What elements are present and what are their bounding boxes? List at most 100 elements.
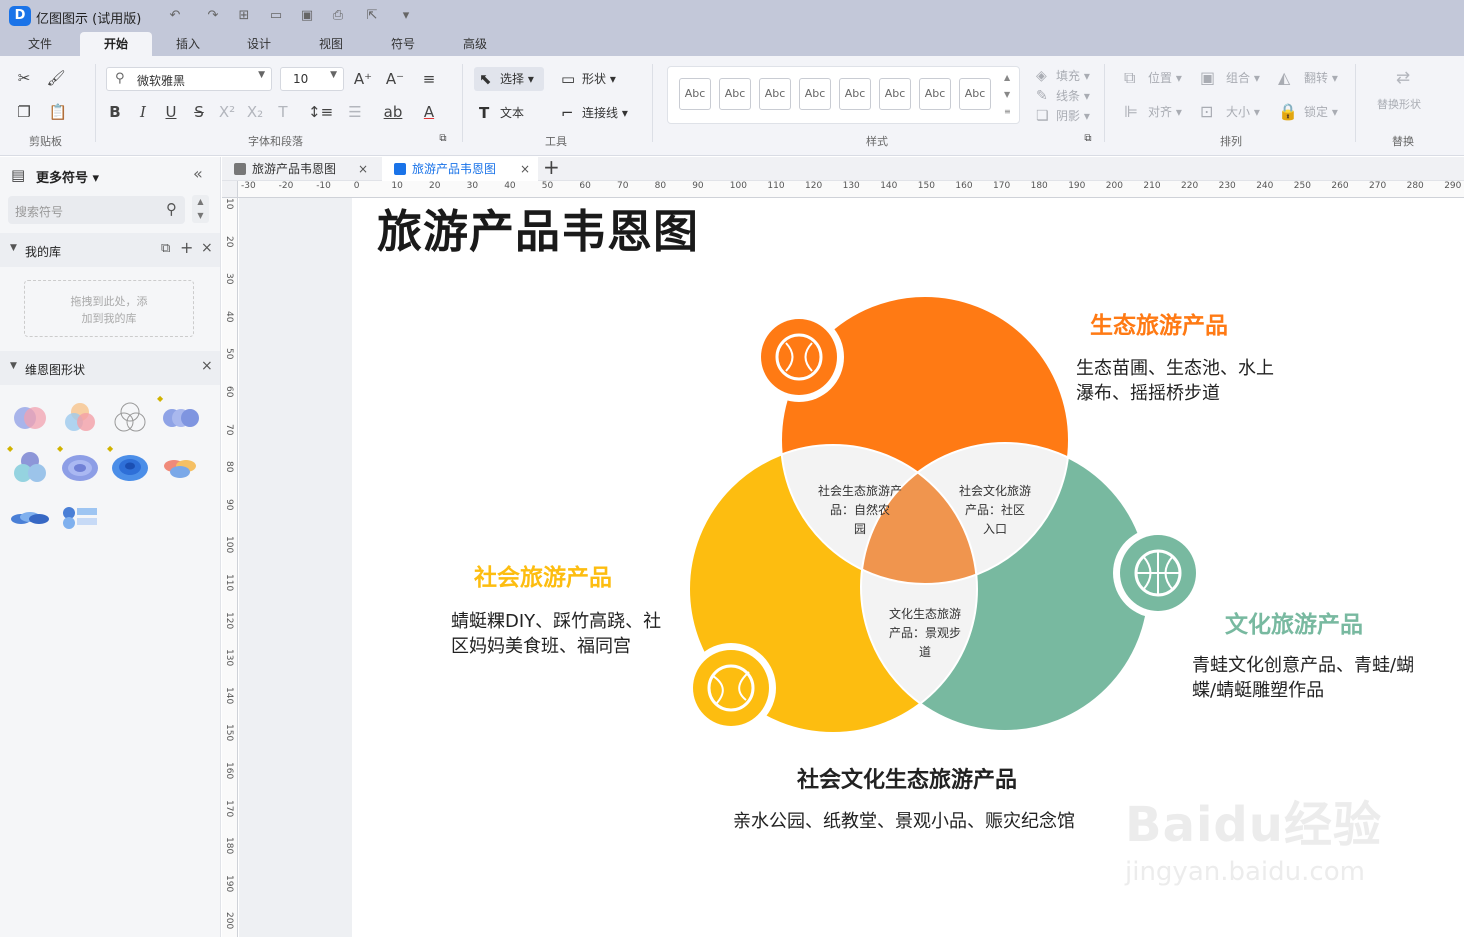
venn-shape-thumb[interactable] [9, 397, 51, 437]
doc-tab[interactable]: 旅游产品韦恩图 × [222, 157, 378, 181]
text-tool-button[interactable]: T 文本 [474, 101, 536, 125]
highlight-icon[interactable]: ab [382, 101, 404, 123]
more-icon[interactable]: ▾ [396, 6, 416, 26]
copy-icon[interactable]: ❐ [13, 101, 35, 123]
overlap-label-social-eco[interactable]: 社会生态旅游产 品：自然农 园 [806, 482, 914, 539]
menu-tab-advanced[interactable]: 高级 [449, 32, 501, 56]
search-icon[interactable]: ⚲ [166, 200, 177, 218]
align-button[interactable]: ⊫ 对齐 ▾ [1124, 102, 1182, 122]
close-icon[interactable]: × [201, 240, 213, 256]
section-venn-shapes[interactable]: ▼ 维恩图形状 × [0, 351, 220, 385]
social-title[interactable]: 社会旅游产品 [474, 558, 612, 592]
center-title[interactable]: 社会文化生态旅游产品 [797, 762, 1017, 794]
italic-icon[interactable]: I [132, 101, 154, 123]
center-description[interactable]: 亲水公园、纸教堂、景观小品、赈灾纪念馆 [733, 809, 1075, 834]
dialog-launcher-icon[interactable]: ⧉ [1081, 132, 1095, 146]
position-button[interactable]: ⧉ 位置 ▾ [1124, 68, 1182, 88]
menu-tab-view[interactable]: 视图 [305, 32, 357, 56]
scroll-arrows[interactable]: ▲ ▼ [192, 195, 209, 223]
close-icon[interactable]: × [201, 358, 213, 374]
underline-icon[interactable]: U [160, 101, 182, 123]
venn-shape-thumb[interactable] [59, 497, 101, 537]
venn-shape-thumb[interactable] [159, 447, 201, 487]
venn-shape-thumb[interactable] [9, 447, 51, 487]
grow-font-icon[interactable]: A⁺ [352, 68, 374, 90]
venn-shape-thumb[interactable] [109, 397, 151, 437]
group-button[interactable]: ▣ 组合 ▾ [1200, 68, 1260, 88]
shape-tool-button[interactable]: ▭ 形状 ▾ [556, 67, 626, 91]
paragraph-align-icon[interactable]: ≡ [418, 68, 440, 90]
style-swatch[interactable]: Abc [719, 78, 751, 110]
section-my-library[interactable]: ▼ 我的库 ⧉ + × [0, 233, 220, 267]
gallery-scroll[interactable]: ▲ ▼ ≡ [1004, 69, 1011, 120]
culture-description[interactable]: 青蛙文化创意产品、青蛙/蝴 蝶/蜻蜓雕塑作品 [1192, 653, 1414, 703]
eco-description[interactable]: 生态苗圃、生态池、水上 瀑布、摇摇桥步道 [1076, 356, 1274, 406]
text-case-icon[interactable]: T [272, 101, 294, 123]
flip-button[interactable]: ◭ 翻转 ▾ [1278, 68, 1338, 88]
add-icon[interactable]: + [180, 238, 193, 257]
paste-icon[interactable]: 📋 [47, 101, 69, 123]
overlap-label-culture-eco[interactable]: 社会文化旅游 产品：社区 入口 [945, 482, 1045, 539]
shadow-button[interactable]: ❏ 阴影 ▾ [1036, 106, 1090, 126]
library-drop-zone[interactable]: 拖拽到此处，添 加到我的库 [24, 280, 194, 337]
venn-shape-thumb[interactable] [59, 447, 101, 487]
diagram-title[interactable]: 旅游产品韦恩图 [377, 195, 699, 260]
size-button[interactable]: ⊡ 大小 ▾ [1200, 102, 1260, 122]
symbol-search-input[interactable]: 搜索符号 ⚲ [8, 196, 185, 224]
venn-shape-thumb[interactable] [59, 397, 101, 437]
shrink-font-icon[interactable]: A⁻ [384, 68, 406, 90]
line-button[interactable]: ✎ 线条 ▾ [1036, 86, 1090, 106]
venn-shape-thumb[interactable] [159, 397, 201, 437]
font-family-select[interactable]: ⚲ 微软雅黑 ▼ [106, 67, 272, 91]
select-tool-button[interactable]: ⬉ 选择 ▾ [474, 67, 544, 91]
collapse-panel-icon[interactable]: « [193, 164, 203, 183]
style-swatch[interactable]: Abc [919, 78, 951, 110]
bullets-icon[interactable]: ☰ [344, 101, 366, 123]
line-spacing-icon[interactable]: ↕≡ [308, 101, 333, 123]
venn-shape-thumb[interactable] [109, 447, 151, 487]
social-description[interactable]: 蜻蜓粿DIY、踩竹高跷、社 区妈妈美食班、福同宫 [451, 609, 661, 659]
cut-icon[interactable]: ✂ [13, 67, 35, 89]
print-icon[interactable]: ⎙ [328, 6, 348, 26]
redo-icon[interactable]: ↷ [203, 6, 223, 26]
fill-button[interactable]: ◈ 填充 ▾ [1036, 66, 1090, 86]
export-icon[interactable]: ⇱ [362, 6, 382, 26]
style-swatch[interactable]: Abc [679, 78, 711, 110]
new-icon[interactable]: ⊞ [234, 6, 254, 26]
bold-icon[interactable]: B [104, 101, 126, 123]
close-icon[interactable]: × [358, 157, 368, 181]
connector-tool-button[interactable]: ⌐ 连接线 ▾ [556, 101, 636, 125]
close-icon[interactable]: × [520, 157, 530, 181]
open-icon[interactable]: ▭ [266, 6, 286, 26]
import-icon[interactable]: ⧉ [161, 241, 170, 256]
panel-title[interactable]: 更多符号 ▾ [36, 167, 99, 186]
menu-tab-insert[interactable]: 插入 [162, 32, 214, 56]
culture-title[interactable]: 文化旅游产品 [1225, 605, 1363, 639]
style-swatch[interactable]: Abc [759, 78, 791, 110]
format-painter-icon[interactable]: 🖌 [45, 67, 67, 89]
style-swatch[interactable]: Abc [839, 78, 871, 110]
menu-tab-design[interactable]: 设计 [233, 32, 285, 56]
replace-shape-label[interactable]: 替换形状 [1377, 96, 1421, 112]
replace-shape-icon[interactable]: ⇄ [1392, 67, 1414, 89]
strikethrough-icon[interactable]: S [188, 101, 210, 123]
doc-tab-active[interactable]: 旅游产品韦恩图 × [382, 157, 538, 181]
save-icon[interactable]: ▣ [297, 6, 317, 26]
style-swatch[interactable]: Abc [879, 78, 911, 110]
subscript-icon[interactable]: X₂ [244, 101, 266, 123]
undo-icon[interactable]: ↶ [165, 6, 185, 26]
add-tab-icon[interactable]: + [543, 155, 560, 179]
font-color-icon[interactable]: A [418, 101, 440, 123]
font-size-select[interactable]: 10 ▼ [280, 67, 344, 91]
menu-tab-symbol[interactable]: 符号 [377, 32, 429, 56]
style-swatch[interactable]: Abc [959, 78, 991, 110]
menu-tab-file[interactable]: 文件 [14, 32, 66, 56]
style-swatch[interactable]: Abc [799, 78, 831, 110]
venn-shape-thumb[interactable] [9, 497, 51, 537]
dialog-launcher-icon[interactable]: ⧉ [436, 132, 450, 146]
superscript-icon[interactable]: X² [216, 101, 238, 123]
overlap-label-culture-social[interactable]: 文化生态旅游 产品：景观步 道 [878, 605, 972, 662]
lock-button[interactable]: 🔒 锁定 ▾ [1278, 102, 1338, 122]
menu-tab-home[interactable]: 开始 [80, 32, 152, 56]
eco-title[interactable]: 生态旅游产品 [1090, 306, 1228, 340]
